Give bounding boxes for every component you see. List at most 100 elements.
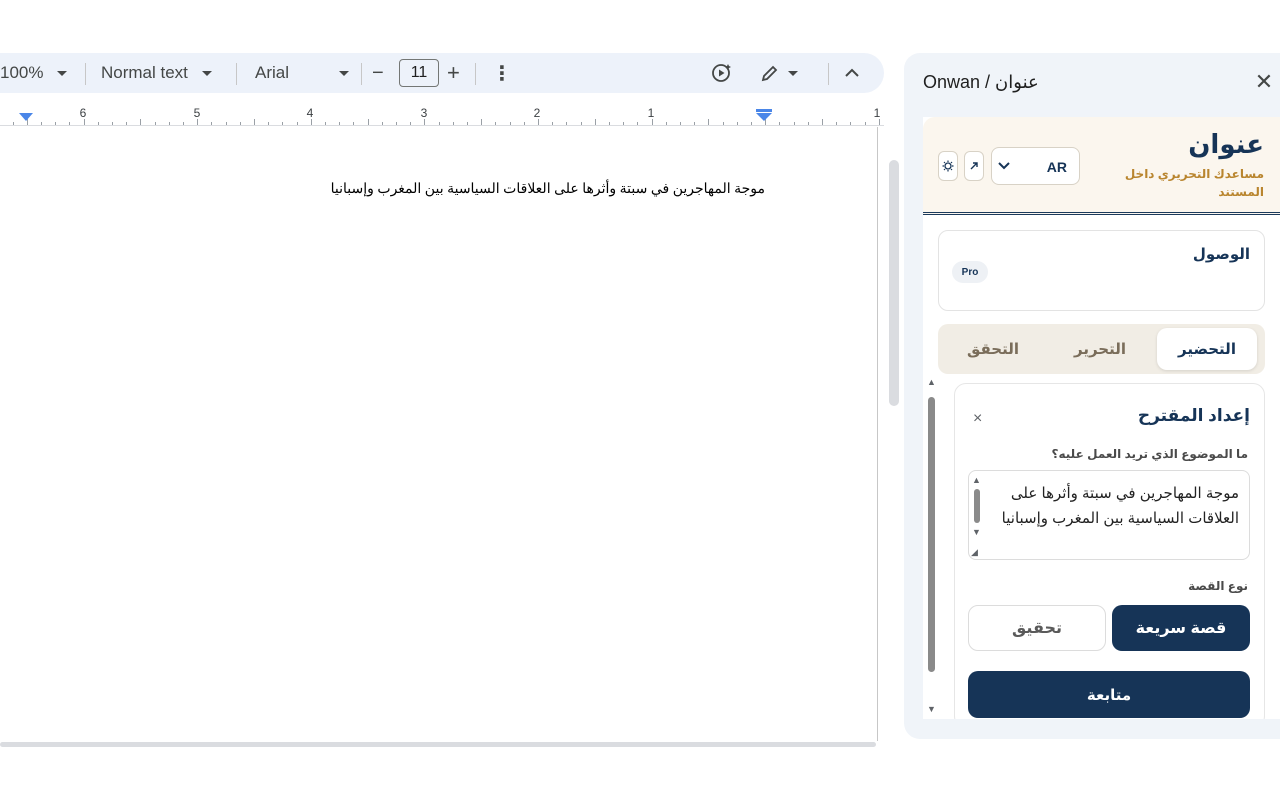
document-horizontal-scrollbar[interactable] — [0, 742, 876, 747]
story-type-label: نوع القصة — [1188, 579, 1248, 593]
toolbar-divider — [361, 63, 362, 85]
minus-icon: − — [372, 61, 384, 84]
ruler-tick — [410, 122, 411, 125]
ruler-tick — [240, 122, 241, 125]
style-select[interactable]: Normal text — [101, 53, 212, 93]
hide-menus-button[interactable] — [845, 53, 859, 93]
addon-header: عنوان مساعدك التحريري داخل المستند AR — [923, 117, 1280, 215]
tab-prepare[interactable]: التحضير — [1157, 328, 1257, 370]
ruler-tick — [453, 122, 454, 125]
ruler-tick — [794, 122, 795, 125]
document-canvas[interactable]: موجة المهاجرين في سبتة وأثرها على العلاق… — [0, 127, 878, 741]
ruler-tick — [708, 119, 709, 125]
ruler-number: 4 — [306, 106, 314, 120]
more-options-button[interactable]: ⋮ — [492, 53, 512, 93]
ruler-tick — [112, 122, 113, 125]
ruler-number: 2 — [533, 106, 541, 120]
ruler-tick — [126, 122, 127, 125]
ruler-tick — [694, 122, 695, 125]
scroll-up-arrow-icon[interactable]: ▲ — [927, 377, 936, 387]
pencil-icon — [761, 65, 778, 82]
card-title: إعداد المقترح — [1137, 406, 1250, 425]
ruler-number: 3 — [420, 106, 428, 120]
resize-grip-icon[interactable]: ◢ — [971, 547, 978, 558]
ruler-tick — [41, 122, 42, 125]
ruler-tick — [325, 122, 326, 125]
continue-button[interactable]: متابعة — [968, 671, 1250, 718]
document-vertical-scrollbar[interactable] — [889, 160, 899, 406]
font-size-input[interactable]: 11 — [399, 59, 439, 87]
chevron-down-icon — [339, 70, 349, 76]
left-indent-marker-icon[interactable] — [19, 113, 33, 122]
ruler-number: 1 — [647, 106, 655, 120]
ruler-tick — [382, 122, 383, 125]
investigation-button[interactable]: تحقيق — [968, 605, 1106, 651]
chevron-down-icon — [201, 70, 212, 76]
ruler-tick — [623, 122, 624, 125]
ruler-number: 1 — [873, 106, 881, 120]
ruler-tick — [822, 119, 823, 125]
ruler-tick — [297, 122, 298, 125]
docs-toolbar: 100% Normal text Arial − 11 + ⋮ — [0, 53, 884, 93]
editing-mode-button[interactable] — [760, 53, 798, 93]
zoom-select[interactable]: 100% — [0, 53, 68, 93]
proposal-card: إعداد المقترح × ما الموضوع الذي تريد الع… — [954, 383, 1265, 719]
toolbar-divider — [475, 63, 476, 85]
ruler-tick — [467, 122, 468, 125]
ruler-tick — [566, 122, 567, 125]
decrease-font-size-button[interactable]: − — [372, 53, 384, 93]
ruler-tick — [183, 122, 184, 125]
quick-story-button[interactable]: قصة سريعة — [1112, 605, 1250, 651]
settings-button[interactable] — [938, 151, 958, 181]
scroll-down-arrow-icon[interactable]: ▼ — [927, 704, 936, 714]
close-icon[interactable]: ✕ — [1254, 71, 1274, 93]
ruler-tick — [850, 122, 851, 125]
addon-frame: عنوان مساعدك التحريري داخل المستند AR ال… — [923, 117, 1280, 719]
ruler-tick — [211, 122, 212, 125]
chevron-down-icon — [998, 158, 1010, 173]
ruler-tick — [439, 122, 440, 125]
ruler-tick — [609, 122, 610, 125]
font-size-value: 11 — [410, 64, 428, 81]
toolbar-divider — [828, 63, 829, 85]
access-title: الوصول — [1192, 246, 1250, 263]
topic-textarea[interactable]: موجة المهاجرين في سبتة وأثرها على العلاق… — [968, 470, 1250, 560]
close-icon[interactable]: × — [973, 410, 982, 428]
ruler-tick — [510, 122, 511, 125]
ruler-tick — [737, 122, 738, 125]
gemini-button[interactable] — [711, 53, 733, 93]
right-indent-marker-icon[interactable] — [756, 109, 772, 122]
font-select[interactable]: Arial — [255, 53, 349, 93]
ruler-tick — [69, 122, 70, 125]
ruler-tick — [155, 122, 156, 125]
ruler-tick — [396, 122, 397, 125]
ruler-tick — [495, 122, 496, 125]
horizontal-ruler[interactable]: 6 5 4 3 2 1 1 — [0, 102, 884, 126]
topic-label: ما الموضوع الذي تريد العمل عليه؟ — [1051, 447, 1248, 461]
gear-icon — [942, 160, 954, 172]
language-select[interactable]: AR — [991, 147, 1080, 185]
textarea-scrollbar-thumb[interactable] — [974, 489, 980, 523]
style-value: Normal text — [101, 63, 188, 82]
document-paragraph[interactable]: موجة المهاجرين في سبتة وأثرها على العلاق… — [331, 181, 765, 198]
ruler-tick — [836, 122, 837, 125]
panel-scrollbar-thumb[interactable] — [928, 397, 935, 672]
toolbar-divider — [236, 63, 237, 85]
spark-play-icon — [712, 64, 731, 82]
scroll-down-arrow-icon[interactable]: ▼ — [972, 527, 981, 537]
tab-edit[interactable]: التحرير — [1050, 328, 1150, 370]
open-external-button[interactable] — [964, 151, 984, 181]
ruler-tick — [353, 122, 354, 125]
chevron-up-icon — [845, 68, 859, 77]
arrow-up-right-icon — [970, 162, 978, 170]
brand-subtitle: مساعدك التحريري داخل المستند — [1124, 167, 1264, 199]
mode-tabs: التحضير التحرير التحقق — [938, 324, 1265, 374]
tab-verify[interactable]: التحقق — [943, 328, 1043, 370]
increase-font-size-button[interactable]: + — [447, 53, 460, 93]
plan-badge: Pro — [952, 261, 988, 283]
ruler-tick — [581, 122, 582, 125]
scroll-up-arrow-icon[interactable]: ▲ — [972, 475, 981, 485]
ruler-tick — [13, 122, 14, 125]
language-value: AR — [1046, 159, 1067, 175]
zoom-value: 100% — [0, 63, 44, 82]
